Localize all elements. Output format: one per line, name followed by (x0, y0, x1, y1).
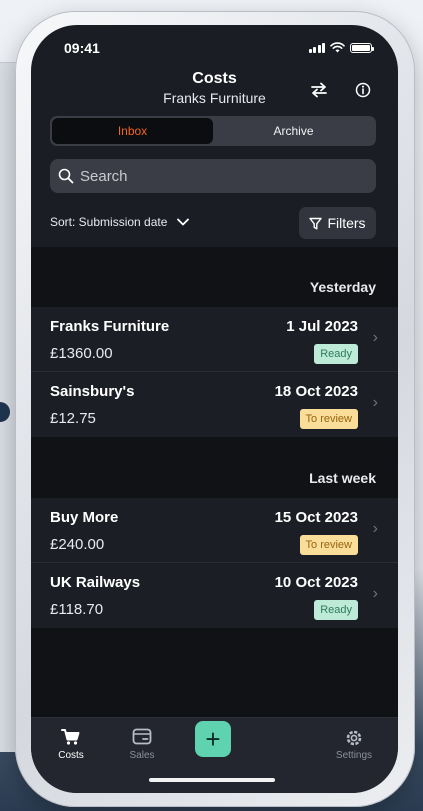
chevron-right-icon: › (372, 394, 378, 411)
tab-inbox[interactable]: Inbox (52, 118, 213, 144)
chevron-right-icon: › (372, 329, 378, 346)
add-button[interactable]: + (195, 721, 231, 757)
item-merchant: Sainsbury's (50, 383, 135, 400)
filters-button[interactable]: Filters (299, 207, 376, 239)
search-bar[interactable] (50, 159, 376, 193)
status-icons (308, 42, 374, 53)
battery-icon (350, 42, 374, 53)
search-icon (58, 168, 74, 184)
status-bar: 09:41 (31, 25, 398, 69)
list-item[interactable]: Sainsbury's £12.75 18 Oct 2023 To review… (31, 372, 398, 437)
tab-settings-label: Settings (335, 750, 373, 761)
swap-button[interactable] (306, 77, 332, 103)
plus-icon: + (205, 724, 221, 754)
phone-screen: 09:41 Costs Franks Furniture Inbox Archi… (31, 25, 398, 793)
segmented-control: Inbox Archive (50, 116, 376, 146)
item-date: 18 Oct 2023 (274, 383, 358, 400)
item-merchant: UK Railways (50, 574, 141, 591)
status-badge: Ready (314, 344, 358, 364)
list-item[interactable]: UK Railways £118.70 10 Oct 2023 Ready › (31, 563, 398, 628)
list-item[interactable]: Franks Furniture £1360.00 1 Jul 2023 Rea… (31, 307, 398, 372)
item-amount: £1360.00 (50, 345, 113, 362)
sort-dropdown[interactable]: Sort: Submission date (50, 215, 190, 229)
group-yesterday: Franks Furniture £1360.00 1 Jul 2023 Rea… (31, 307, 398, 437)
tab-costs-label: Costs (58, 750, 84, 761)
wifi-icon (330, 42, 345, 53)
tab-costs[interactable]: Costs (41, 728, 101, 761)
tab-bar: Costs Sales + Settings (31, 717, 398, 793)
page-subtitle: Franks Furniture (163, 90, 266, 106)
group-label-yesterday: Yesterday (309, 279, 376, 295)
status-badge: To review (299, 535, 358, 555)
group-label-last-week: Last week (309, 470, 376, 486)
gear-icon (324, 728, 384, 750)
filter-icon (309, 217, 323, 229)
costs-list: Yesterday Franks Furniture £1360.00 1 Ju… (31, 247, 398, 717)
search-input[interactable] (80, 167, 360, 185)
chevron-right-icon: › (372, 520, 378, 537)
item-date: 1 Jul 2023 (286, 318, 358, 335)
status-badge: Ready (314, 600, 358, 620)
wallet-icon (112, 728, 172, 750)
sort-label: Sort: Submission date (50, 215, 168, 229)
cart-icon (41, 728, 101, 750)
item-amount: £12.75 (50, 410, 96, 427)
item-date: 10 Oct 2023 (274, 574, 358, 591)
tab-sales-label: Sales (129, 750, 155, 761)
header: Costs Franks Furniture (31, 69, 398, 113)
tab-settings[interactable]: Settings (324, 728, 384, 761)
status-time: 09:41 (64, 40, 100, 56)
chevron-down-icon (177, 218, 190, 226)
item-amount: £240.00 (50, 536, 105, 553)
signal-icon (308, 42, 325, 53)
item-date: 15 Oct 2023 (274, 509, 358, 526)
page-title: Costs (192, 70, 237, 87)
status-badge: To review (299, 409, 358, 429)
info-button[interactable] (350, 77, 376, 103)
tab-sales[interactable]: Sales (112, 728, 172, 761)
info-icon (355, 82, 371, 98)
filters-label: Filters (327, 215, 366, 231)
list-item[interactable]: Buy More £240.00 15 Oct 2023 To review › (31, 498, 398, 563)
item-amount: £118.70 (50, 601, 104, 618)
swap-arrows-icon (311, 82, 327, 98)
group-last-week: Buy More £240.00 15 Oct 2023 To review ›… (31, 498, 398, 628)
home-indicator (149, 778, 275, 782)
item-merchant: Buy More (50, 509, 119, 526)
chevron-right-icon: › (372, 585, 378, 602)
tab-archive[interactable]: Archive (213, 118, 374, 144)
item-merchant: Franks Furniture (50, 318, 170, 335)
